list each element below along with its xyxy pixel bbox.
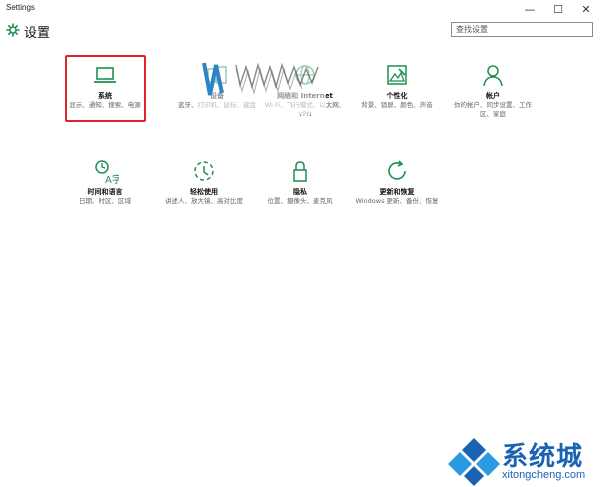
- account-icon: [479, 61, 507, 89]
- tile-title: 隐私: [293, 188, 307, 196]
- tile-personalization[interactable]: 个性化 背景、锁屏、颜色、声音: [355, 57, 439, 125]
- tile-title: 轻松使用: [190, 188, 218, 196]
- close-button[interactable]: ✕: [572, 0, 600, 19]
- tile-description: Windows 更新、备份、恢复: [355, 197, 439, 205]
- time-language-icon: A字: [91, 157, 122, 186]
- selection-highlight: [65, 55, 146, 122]
- tile-ease-of-access[interactable]: 轻松使用 讲述人、放大镜、高对比度: [162, 153, 246, 221]
- maximize-button[interactable]: ☐: [544, 0, 572, 19]
- gear-icon: [6, 23, 20, 37]
- tile-time-language[interactable]: A字 时间和语言 日期、时区、区域: [63, 153, 147, 221]
- tile-privacy[interactable]: 隐私 位置、摄像头、麦克风: [258, 153, 342, 221]
- search-input[interactable]: 查找设置: [451, 22, 593, 37]
- page-title: 设置: [24, 26, 51, 41]
- watermark-brand-en: xitongcheng.com: [502, 469, 586, 481]
- tile-accounts[interactable]: 帐户 你的帐户、同步设置、工作区、家庭: [451, 57, 535, 125]
- svg-text:A字: A字: [105, 173, 119, 185]
- tile-title: 个性化: [386, 92, 408, 100]
- update-icon: [383, 157, 411, 185]
- window-title: Settings: [6, 3, 35, 12]
- watermark-brand-cn: 系统城: [502, 442, 584, 472]
- tile-title: 帐户: [486, 92, 500, 100]
- personalization-icon: [383, 61, 411, 89]
- tile-description: 你的帐户、同步设置、工作区、家庭: [454, 101, 532, 118]
- tile-description: 位置、摄像头、麦克风: [267, 197, 333, 205]
- lock-icon: [286, 157, 314, 185]
- watermark-logo: 系统城 xitongcheng.com: [448, 434, 600, 487]
- obscured-region: [196, 55, 326, 115]
- tile-title: 时间和语言: [87, 188, 123, 196]
- diamond-logo-icon: [448, 438, 500, 486]
- ease-of-access-icon: [190, 157, 218, 185]
- tile-update-recovery[interactable]: 更新和恢复 Windows 更新、备份、恢复: [355, 153, 439, 221]
- tile-description: 背景、锁屏、颜色、声音: [361, 101, 433, 109]
- minimize-button[interactable]: —: [516, 0, 544, 19]
- title-bar: Settings — ☐ ✕: [0, 0, 600, 20]
- tile-description: 日期、时区、区域: [79, 197, 131, 205]
- tile-title: 更新和恢复: [379, 188, 415, 196]
- tile-description: 讲述人、放大镜、高对比度: [165, 197, 243, 205]
